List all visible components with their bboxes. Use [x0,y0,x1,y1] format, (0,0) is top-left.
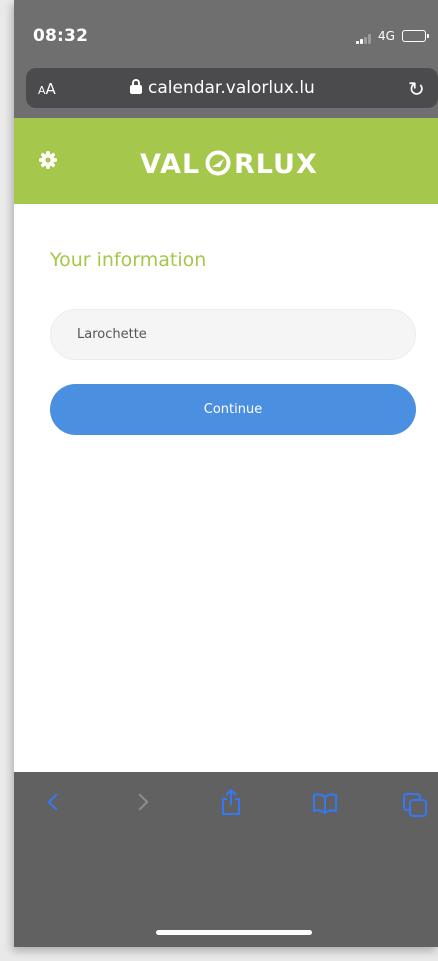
browser-toolbar [14,772,438,947]
forward-icon[interactable] [131,792,156,816]
clock: 08:32 [33,26,89,46]
text-size-button[interactable]: AA [38,80,56,98]
url-text: calendar.valorlux.lu [148,78,315,98]
site-header: VAL RLUX [14,118,438,204]
url-field[interactable]: AA calendar.valorlux.lu ↻ [26,68,438,108]
name-input[interactable] [50,309,416,360]
status-bar: 08:32 4G [14,0,438,60]
network-label: 4G [378,29,395,43]
battery-icon [402,30,429,42]
tabs-icon[interactable] [402,792,427,817]
signal-icon [356,34,374,44]
reload-icon[interactable]: ↻ [408,77,425,101]
lock-icon [130,79,142,95]
gear-icon[interactable] [38,150,58,170]
form-title: Your information [50,249,207,271]
continue-button[interactable]: Continue [50,384,416,435]
svg-text:VAL: VAL [140,149,200,180]
back-icon[interactable] [42,792,66,816]
home-indicator[interactable] [156,930,312,935]
address-bar: AA calendar.valorlux.lu ↻ [14,60,438,118]
valorlux-logo: VAL RLUX [140,146,340,187]
svg-text:RLUX: RLUX [234,149,318,180]
phone-screen: 08:32 4G AA calendar.valorlux.lu ↻ VAL R… [14,0,438,947]
share-icon[interactable] [220,788,244,815]
bookmarks-icon[interactable] [312,792,337,816]
